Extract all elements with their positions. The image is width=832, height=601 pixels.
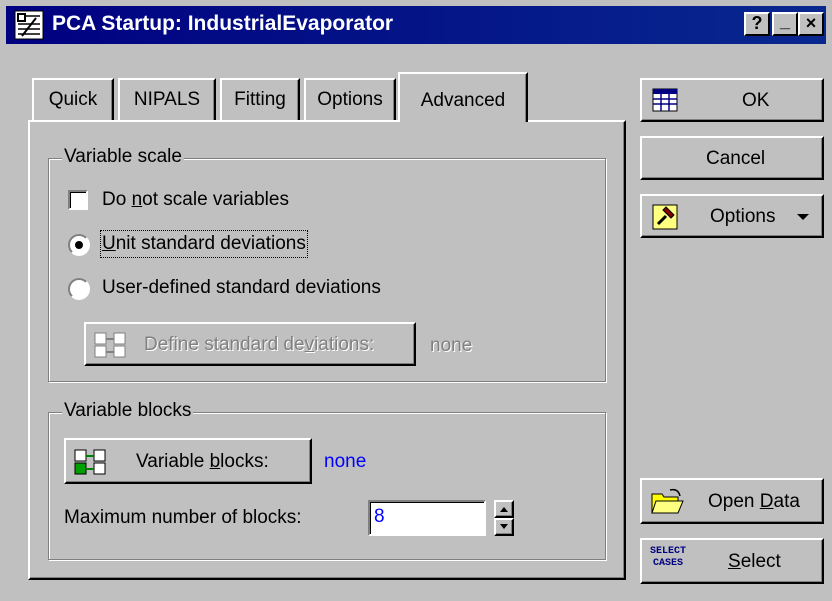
variable-blocks-value: none bbox=[324, 451, 367, 472]
variable-blocks-label: Variable blocks bbox=[62, 400, 194, 422]
define-std-value: none bbox=[430, 335, 473, 356]
folder-open-icon bbox=[651, 488, 684, 514]
hammer-icon bbox=[652, 204, 678, 230]
variable-blocks-button-label: Variable blocks: bbox=[136, 451, 269, 472]
help-button[interactable]: ? bbox=[744, 12, 770, 36]
tab-quick[interactable]: Quick bbox=[32, 78, 114, 120]
options-label: Options bbox=[710, 206, 776, 227]
select-cases-icon: SELECT CASES bbox=[649, 546, 686, 569]
unit-std-radio[interactable] bbox=[68, 234, 90, 256]
title-bar: PCA Startup: IndustrialEvaporator ? _ × bbox=[6, 6, 826, 44]
options-button[interactable]: Options bbox=[640, 194, 824, 238]
max-blocks-down-arrow[interactable] bbox=[494, 518, 514, 536]
variables-grid-icon bbox=[94, 332, 126, 358]
close-button[interactable]: × bbox=[798, 12, 824, 36]
minimize-button[interactable]: _ bbox=[772, 12, 798, 36]
arrow-down-icon bbox=[500, 524, 508, 529]
max-blocks-label: Maximum number of blocks: bbox=[64, 507, 302, 528]
cancel-label: Cancel bbox=[706, 148, 766, 169]
tab-fitting[interactable]: Fitting bbox=[220, 78, 300, 120]
select-label: Select bbox=[728, 551, 781, 572]
advanced-panel: Variable scale Do not scale variables Un… bbox=[28, 120, 626, 580]
ok-label: OK bbox=[742, 90, 770, 111]
tab-options[interactable]: Options bbox=[304, 78, 396, 120]
pca-startup-dialog: PCA Startup: IndustrialEvaporator ? _ × … bbox=[0, 0, 832, 601]
select-cases-button[interactable]: SELECT CASES Select bbox=[640, 538, 824, 584]
user-defined-std-radio[interactable] bbox=[68, 278, 90, 300]
unit-std-label[interactable]: Unit standard deviations bbox=[100, 230, 308, 258]
tab-advanced[interactable]: Advanced bbox=[398, 72, 528, 122]
ok-button[interactable]: OK bbox=[640, 78, 824, 122]
variable-blocks-button[interactable]: Variable blocks: bbox=[64, 438, 312, 484]
spreadsheet-icon bbox=[652, 88, 678, 112]
dropdown-arrow-icon bbox=[797, 214, 809, 220]
max-blocks-up-arrow[interactable] bbox=[494, 500, 514, 518]
tab-nipals[interactable]: NIPALS bbox=[118, 78, 216, 120]
open-data-button[interactable]: Open Data bbox=[640, 478, 824, 524]
open-data-label: Open Data bbox=[708, 491, 800, 512]
arrow-up-icon bbox=[500, 507, 508, 512]
app-icon bbox=[14, 10, 44, 40]
do-not-scale-checkbox[interactable] bbox=[68, 190, 88, 210]
variable-blocks-group bbox=[48, 412, 606, 560]
define-std-label: Define standard deviations: bbox=[144, 334, 375, 355]
cancel-button[interactable]: Cancel bbox=[640, 136, 824, 180]
define-std-button[interactable]: Define standard deviations: bbox=[84, 322, 416, 366]
do-not-scale-label[interactable]: Do not scale variables bbox=[102, 188, 289, 212]
max-blocks-input[interactable]: 8 bbox=[368, 500, 486, 536]
user-defined-std-label[interactable]: User-defined standard deviations bbox=[102, 276, 381, 300]
window-title: PCA Startup: IndustrialEvaporator bbox=[52, 12, 394, 35]
variables-grid-icon bbox=[74, 449, 106, 475]
variable-scale-label: Variable scale bbox=[62, 146, 184, 168]
